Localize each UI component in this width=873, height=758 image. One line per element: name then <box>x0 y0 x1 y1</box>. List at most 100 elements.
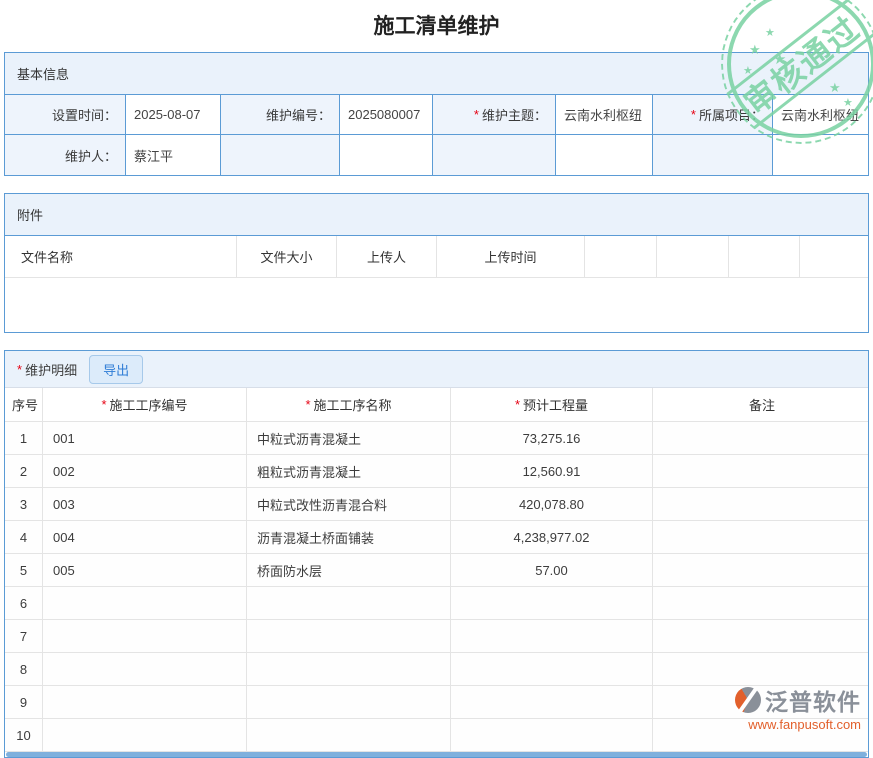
row-note <box>653 455 868 488</box>
row-seq: 3 <box>5 488 43 521</box>
row-estimated-qty <box>451 719 653 752</box>
row-seq: 9 <box>5 686 43 719</box>
row-seq: 5 <box>5 554 43 587</box>
row-process-name <box>247 587 451 620</box>
row-estimated-qty: 12,560.91 <box>451 455 653 488</box>
details-col-label: 序号 <box>12 395 38 414</box>
attachments-col-uploader: 上传人 <box>337 236 437 278</box>
attachments-col-empty <box>800 236 868 278</box>
details-col-note: 备注 <box>653 388 868 422</box>
field-value-empty <box>773 135 868 175</box>
row-note <box>653 719 868 752</box>
row-process-name <box>247 686 451 719</box>
attachments-header-row: 文件名称 文件大小 上传人 上传时间 <box>5 236 868 278</box>
required-mark: * <box>691 107 696 122</box>
attachments-col-empty <box>657 236 729 278</box>
row-estimated-qty: 73,275.16 <box>451 422 653 455</box>
field-label-maintainer: 维护人： <box>5 135 126 175</box>
row-seq: 7 <box>5 620 43 653</box>
row-estimated-qty: 57.00 <box>451 554 653 587</box>
details-toolbar: * 维护明细 导出 <box>5 351 868 388</box>
field-label-project: * 所属项目： <box>653 95 773 135</box>
attachments-col-filename: 文件名称 <box>5 236 237 278</box>
field-value-empty <box>556 135 653 175</box>
row-process-name: 中粒式沥青混凝土 <box>247 422 451 455</box>
details-section-title: 维护明细 <box>25 360 77 379</box>
row-estimated-qty <box>451 653 653 686</box>
row-process-name <box>247 620 451 653</box>
basic-info-section-title: 基本信息 <box>5 53 868 95</box>
field-label-text: 维护编号： <box>266 105 331 124</box>
attachments-col-uploadtime: 上传时间 <box>437 236 585 278</box>
row-process-code: 003 <box>43 488 247 521</box>
row-process-name <box>247 653 451 686</box>
required-mark: * <box>515 397 520 412</box>
attachments-empty-body <box>5 278 868 332</box>
export-button[interactable]: 导出 <box>89 355 143 384</box>
row-seq: 1 <box>5 422 43 455</box>
row-process-code <box>43 686 247 719</box>
row-seq: 4 <box>5 521 43 554</box>
attachments-section-title: 附件 <box>5 194 868 236</box>
field-label-maintain-topic: * 维护主题： <box>433 95 556 135</box>
required-mark: * <box>305 397 310 412</box>
row-estimated-qty: 420,078.80 <box>451 488 653 521</box>
row-note <box>653 521 868 554</box>
row-process-name: 粗粒式沥青混凝土 <box>247 455 451 488</box>
row-note <box>653 587 868 620</box>
row-process-name: 中粒式改性沥青混合料 <box>247 488 451 521</box>
details-col-seq: 序号 <box>5 388 43 422</box>
attachments-col-empty <box>585 236 657 278</box>
row-seq: 8 <box>5 653 43 686</box>
field-label-empty <box>653 135 773 175</box>
row-estimated-qty <box>451 587 653 620</box>
field-value-maintain-no: 2025080007 <box>340 95 433 135</box>
details-col-process-name: * 施工工序名称 <box>247 388 451 422</box>
row-note <box>653 488 868 521</box>
field-label-text: 维护人： <box>65 146 117 165</box>
row-estimated-qty <box>451 686 653 719</box>
row-note <box>653 653 868 686</box>
field-value-maintainer: 蔡江平 <box>126 135 221 175</box>
row-process-name: 桥面防水层 <box>247 554 451 587</box>
details-col-label: 备注 <box>749 395 775 414</box>
details-col-label: 施工工序编号 <box>110 395 188 414</box>
field-label-empty <box>433 135 556 175</box>
field-label-text: 维护主题： <box>482 105 547 124</box>
field-label-set-time: 设置时间： <box>5 95 126 135</box>
attachments-col-filesize: 文件大小 <box>237 236 337 278</box>
row-process-code <box>43 620 247 653</box>
details-table: 序号 * 施工工序编号 * 施工工序名称 * 预计工程量 备注 1 001 中粒… <box>5 388 868 752</box>
basic-info-grid: 设置时间： 2025-08-07 维护编号： 2025080007 * 维护主题… <box>5 95 868 175</box>
row-seq: 6 <box>5 587 43 620</box>
details-col-estimated-qty: * 预计工程量 <box>451 388 653 422</box>
field-label-text: 设置时间： <box>52 105 117 124</box>
row-process-code <box>43 719 247 752</box>
details-col-process-code: * 施工工序编号 <box>43 388 247 422</box>
row-note <box>653 686 868 719</box>
required-mark: * <box>17 362 22 377</box>
horizontal-scrollbar[interactable] <box>6 752 867 757</box>
attachments-section: 附件 文件名称 文件大小 上传人 上传时间 <box>4 193 869 333</box>
row-process-code: 005 <box>43 554 247 587</box>
required-mark: * <box>474 107 479 122</box>
row-seq: 2 <box>5 455 43 488</box>
field-value-maintain-topic: 云南水利枢纽 <box>556 95 653 135</box>
required-mark: * <box>101 397 106 412</box>
row-process-code: 004 <box>43 521 247 554</box>
page-title: 施工清单维护 <box>0 0 873 52</box>
field-value-empty <box>340 135 433 175</box>
row-seq: 10 <box>5 719 43 752</box>
details-col-label: 施工工序名称 <box>314 395 392 414</box>
field-value-project: 云南水利枢纽 <box>773 95 868 135</box>
row-process-name <box>247 719 451 752</box>
field-label-empty <box>221 135 340 175</box>
field-label-maintain-no: 维护编号： <box>221 95 340 135</box>
attachments-col-empty <box>729 236 800 278</box>
row-process-name: 沥青混凝土桥面铺装 <box>247 521 451 554</box>
field-value-set-time: 2025-08-07 <box>126 95 221 135</box>
row-note <box>653 422 868 455</box>
details-section: * 维护明细 导出 序号 * 施工工序编号 * 施工工序名称 * 预计工程量 备… <box>4 350 869 758</box>
row-note <box>653 554 868 587</box>
field-label-text: 所属项目： <box>699 105 764 124</box>
